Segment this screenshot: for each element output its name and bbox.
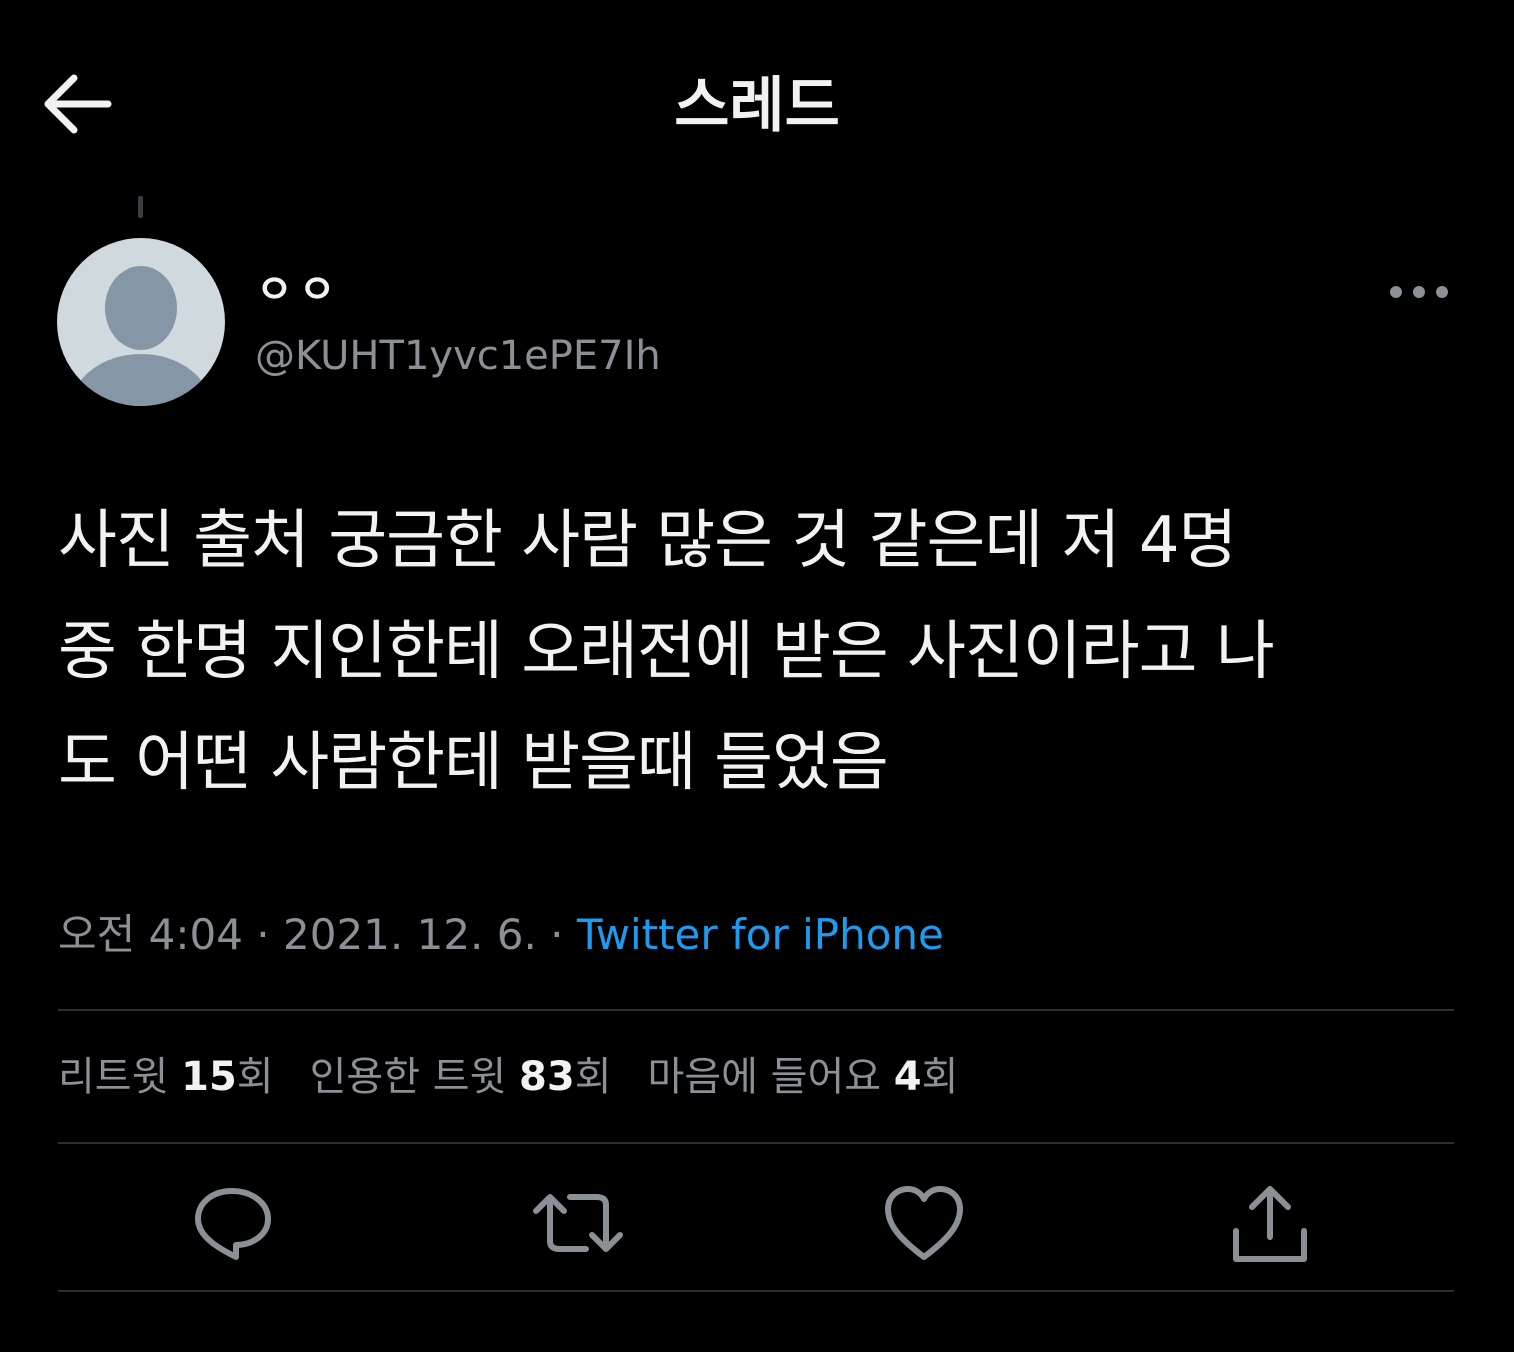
- meta-separator: ·: [536, 910, 577, 959]
- meta-separator: ·: [242, 910, 284, 959]
- retweet-icon: [530, 1183, 626, 1267]
- tweet-text: 사진 출처 궁금한 사람 많은 것 같은데 저 4명 중 한명 지인한테 오래전…: [58, 504, 1275, 800]
- likes-unit: 회: [921, 1054, 959, 1100]
- retweets-count: 15: [181, 1054, 237, 1100]
- quotes-unit: 회: [574, 1054, 612, 1100]
- thread-connector-line: [138, 196, 143, 218]
- retweets-unit: 회: [236, 1054, 274, 1100]
- reply-icon: [190, 1183, 274, 1267]
- more-options-button[interactable]: [1384, 276, 1454, 312]
- retweets-label: 리트윗: [58, 1054, 169, 1100]
- divider: [58, 1290, 1454, 1292]
- page-title: 스레드: [674, 71, 840, 141]
- tweet-date: 2021. 12. 6.: [283, 910, 537, 959]
- tweet-source-link[interactable]: Twitter for iPhone: [577, 910, 944, 959]
- quotes-count: 83: [519, 1054, 575, 1100]
- likes-stat[interactable]: 마음에 들어요 4회: [648, 1048, 959, 1106]
- like-button[interactable]: [876, 1180, 972, 1270]
- tweet-actions: [0, 1180, 1514, 1270]
- avatar[interactable]: [57, 238, 225, 406]
- author-handle[interactable]: @KUHT1yvc1ePE7Ih: [255, 328, 661, 384]
- divider: [58, 1009, 1454, 1011]
- retweet-button[interactable]: [530, 1180, 626, 1270]
- divider: [58, 1142, 1454, 1144]
- author-display-name[interactable]: ㅇㅇ: [256, 262, 342, 318]
- quotes-label: 인용한 트윗: [309, 1054, 507, 1100]
- heart-icon: [882, 1183, 966, 1267]
- thread-header: 스레드: [0, 0, 1514, 200]
- likes-count: 4: [893, 1054, 922, 1100]
- reply-button[interactable]: [184, 1180, 280, 1270]
- tweet-meta: 오전 4:04 · 2021. 12. 6. · Twitter for iPh…: [58, 906, 944, 964]
- quotes-stat[interactable]: 인용한 트윗 83회: [310, 1048, 612, 1106]
- tweet-time: 오전 4:04: [58, 910, 243, 959]
- share-button[interactable]: [1222, 1180, 1318, 1270]
- more-dots-icon: [1388, 284, 1450, 304]
- retweets-stat[interactable]: 리트윗 15회: [58, 1048, 274, 1106]
- default-avatar-icon: [71, 266, 211, 406]
- likes-label: 마음에 들어요: [647, 1054, 882, 1100]
- tweet-stats: 리트윗 15회 인용한 트윗 83회 마음에 들어요 4회: [58, 1048, 958, 1106]
- share-icon: [1228, 1181, 1312, 1269]
